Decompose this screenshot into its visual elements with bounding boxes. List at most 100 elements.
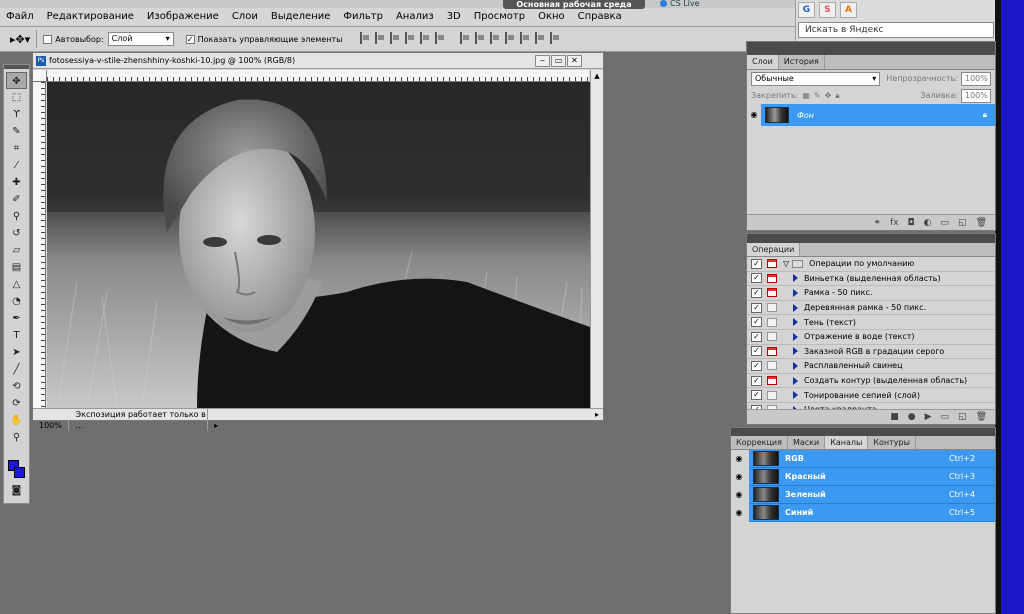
expand-triangle-icon[interactable] [793, 274, 798, 283]
show-controls-checkbox[interactable]: ✓ [185, 34, 195, 44]
action-row[interactable]: ✓ Отражение в воде (текст) [747, 330, 995, 345]
channel-row[interactable]: ◉ Красный Ctrl+3 [731, 467, 995, 486]
hand-tool-icon[interactable]: ✋ [6, 412, 27, 429]
action-toggle-checkbox[interactable]: ✓ [751, 360, 762, 371]
toolbox-grip[interactable] [4, 65, 29, 69]
channel-row[interactable]: ◉ RGB Ctrl+2 [731, 449, 995, 468]
scroll-right-icon[interactable]: ▸ [595, 409, 599, 420]
browser-tab-google[interactable]: G [798, 2, 815, 18]
vertical-scrollbar[interactable]: ▲ [590, 70, 603, 408]
adjustment-layer-icon[interactable]: ◐ [924, 218, 932, 228]
menu-help[interactable]: Справка [578, 11, 622, 22]
cs-live-button[interactable]: CS Live [660, 0, 780, 8]
link-layers-icon[interactable]: ⚭ [874, 218, 882, 228]
distribute-left-icon[interactable] [505, 32, 516, 44]
eyedropper-tool-icon[interactable]: ⁄ [6, 157, 27, 174]
layer-name[interactable]: Фон [797, 111, 814, 120]
background-color-swatch[interactable] [14, 467, 25, 478]
align-vcenter-icon[interactable] [375, 32, 386, 44]
tab-layers[interactable]: Слои [747, 55, 779, 69]
action-toggle-checkbox[interactable]: ✓ [751, 331, 762, 342]
action-row[interactable]: ✓ Расплавленный свинец [747, 359, 995, 374]
auto-align-icon[interactable] [550, 32, 561, 44]
distribute-right-icon[interactable] [535, 32, 546, 44]
action-row[interactable]: ✓ Тонирование сепией (слой) [747, 388, 995, 403]
blend-mode-dropdown[interactable]: Обычные ▾ [751, 71, 881, 86]
shape-tool-icon[interactable]: ╱ [6, 361, 27, 378]
move-tool-preset-icon[interactable]: ▸✥▾ [10, 33, 30, 46]
layers-panel-header[interactable] [747, 42, 995, 55]
align-left-icon[interactable] [405, 32, 416, 44]
tab-paths[interactable]: Контуры [868, 436, 916, 449]
actions-panel-header[interactable] [747, 234, 995, 243]
autoselect-checkbox[interactable] [43, 34, 53, 44]
new-layer-icon[interactable]: ◱ [958, 218, 967, 228]
menu-window[interactable]: Окно [538, 11, 565, 22]
layer-mask-icon[interactable]: ◘ [908, 218, 915, 228]
action-toggle-checkbox[interactable]: ✓ [751, 375, 762, 386]
opacity-input[interactable]: 100% [961, 71, 991, 86]
eye-icon[interactable]: ◉ [747, 104, 761, 126]
channel-row[interactable]: ◉ Синий Ctrl+5 [731, 503, 995, 522]
close-icon[interactable]: ✕ [567, 55, 582, 67]
layer-row-background[interactable]: ◉ Фон 🔒︎ [747, 104, 995, 126]
canvas-photo[interactable] [47, 82, 590, 408]
eraser-tool-icon[interactable]: ▱ [6, 242, 27, 259]
status-menu-icon[interactable]: ▸ [210, 421, 218, 430]
tab-history[interactable]: История [779, 55, 825, 69]
lasso-tool-icon[interactable]: ϒ [6, 106, 27, 123]
blur-tool-icon[interactable]: △ [6, 276, 27, 293]
action-row[interactable]: ✓ Деревянная рамка - 50 пикс. [747, 301, 995, 316]
zoom-level[interactable]: 100% [33, 420, 69, 431]
zoom-tool-icon[interactable]: ⚲ [6, 429, 27, 446]
autoselect-dropdown[interactable]: Слой ▾ [107, 32, 174, 46]
eye-icon[interactable]: ◉ [731, 449, 747, 468]
browser-tab-a[interactable]: A [840, 2, 857, 18]
expand-triangle-icon[interactable] [793, 318, 798, 327]
play-icon[interactable]: ▶ [925, 412, 932, 422]
new-set-icon[interactable]: ▭ [941, 412, 950, 422]
dialog-toggle[interactable] [767, 317, 777, 327]
action-toggle-checkbox[interactable]: ✓ [751, 317, 762, 328]
delete-layer-icon[interactable]: 🗑︎ [976, 218, 987, 228]
expand-triangle-icon[interactable] [793, 303, 798, 312]
align-top-icon[interactable] [360, 32, 371, 44]
pen-tool-icon[interactable]: ✒ [6, 310, 27, 327]
stop-icon[interactable]: ■ [890, 412, 899, 422]
expand-triangle-icon[interactable] [793, 361, 798, 370]
tab-masks[interactable]: Маски [788, 436, 826, 449]
menu-select[interactable]: Выделение [271, 11, 331, 22]
3d-rotate-tool-icon[interactable]: ⟲ [6, 378, 27, 395]
type-tool-icon[interactable]: T [6, 327, 27, 344]
action-row[interactable]: ✓ Создать контур (выделенная область) [747, 374, 995, 389]
crop-tool-icon[interactable]: ⌗ [6, 140, 27, 157]
document-title-bar[interactable]: Ps fotosessiya-v-stile-zhenshhiny-koshki… [33, 53, 603, 69]
record-icon[interactable]: ● [908, 412, 916, 422]
workspace-button[interactable]: Основная рабочая среда [503, 0, 645, 9]
status-info[interactable]: Экспозиция работает только в ... [72, 409, 208, 431]
distribute-hcenter-icon[interactable] [520, 32, 531, 44]
action-row[interactable]: ✓ Рамка - 50 пикс. [747, 286, 995, 301]
move-tool-icon[interactable]: ✥ [6, 72, 27, 89]
menu-filter[interactable]: Фильтр [343, 11, 383, 22]
healing-brush-tool-icon[interactable]: ✚ [6, 174, 27, 191]
dialog-toggle[interactable] [767, 303, 777, 313]
brush-tool-icon[interactable]: ✐ [6, 191, 27, 208]
browser-tab-s[interactable]: S [819, 2, 836, 18]
action-toggle-checkbox[interactable]: ✓ [751, 346, 762, 357]
channels-panel-header[interactable] [731, 428, 995, 436]
new-action-icon[interactable]: ◱ [958, 412, 967, 422]
3d-orbit-tool-icon[interactable]: ⟳ [6, 395, 27, 412]
marquee-tool-icon[interactable]: ⬚ [6, 89, 27, 106]
action-row[interactable]: ✓ Тень (текст) [747, 315, 995, 330]
action-set-expand-icon[interactable]: ▽ [783, 259, 789, 268]
menu-image[interactable]: Изображение [147, 11, 219, 22]
dialog-toggle[interactable] [767, 332, 777, 342]
history-brush-tool-icon[interactable]: ↺ [6, 225, 27, 242]
eye-icon[interactable]: ◉ [731, 467, 747, 486]
eye-icon[interactable]: ◉ [731, 485, 747, 504]
gradient-tool-icon[interactable]: ▤ [6, 259, 27, 276]
expand-triangle-icon[interactable] [793, 332, 798, 341]
eye-icon[interactable]: ◉ [731, 503, 747, 522]
vertical-ruler[interactable] [33, 82, 46, 408]
